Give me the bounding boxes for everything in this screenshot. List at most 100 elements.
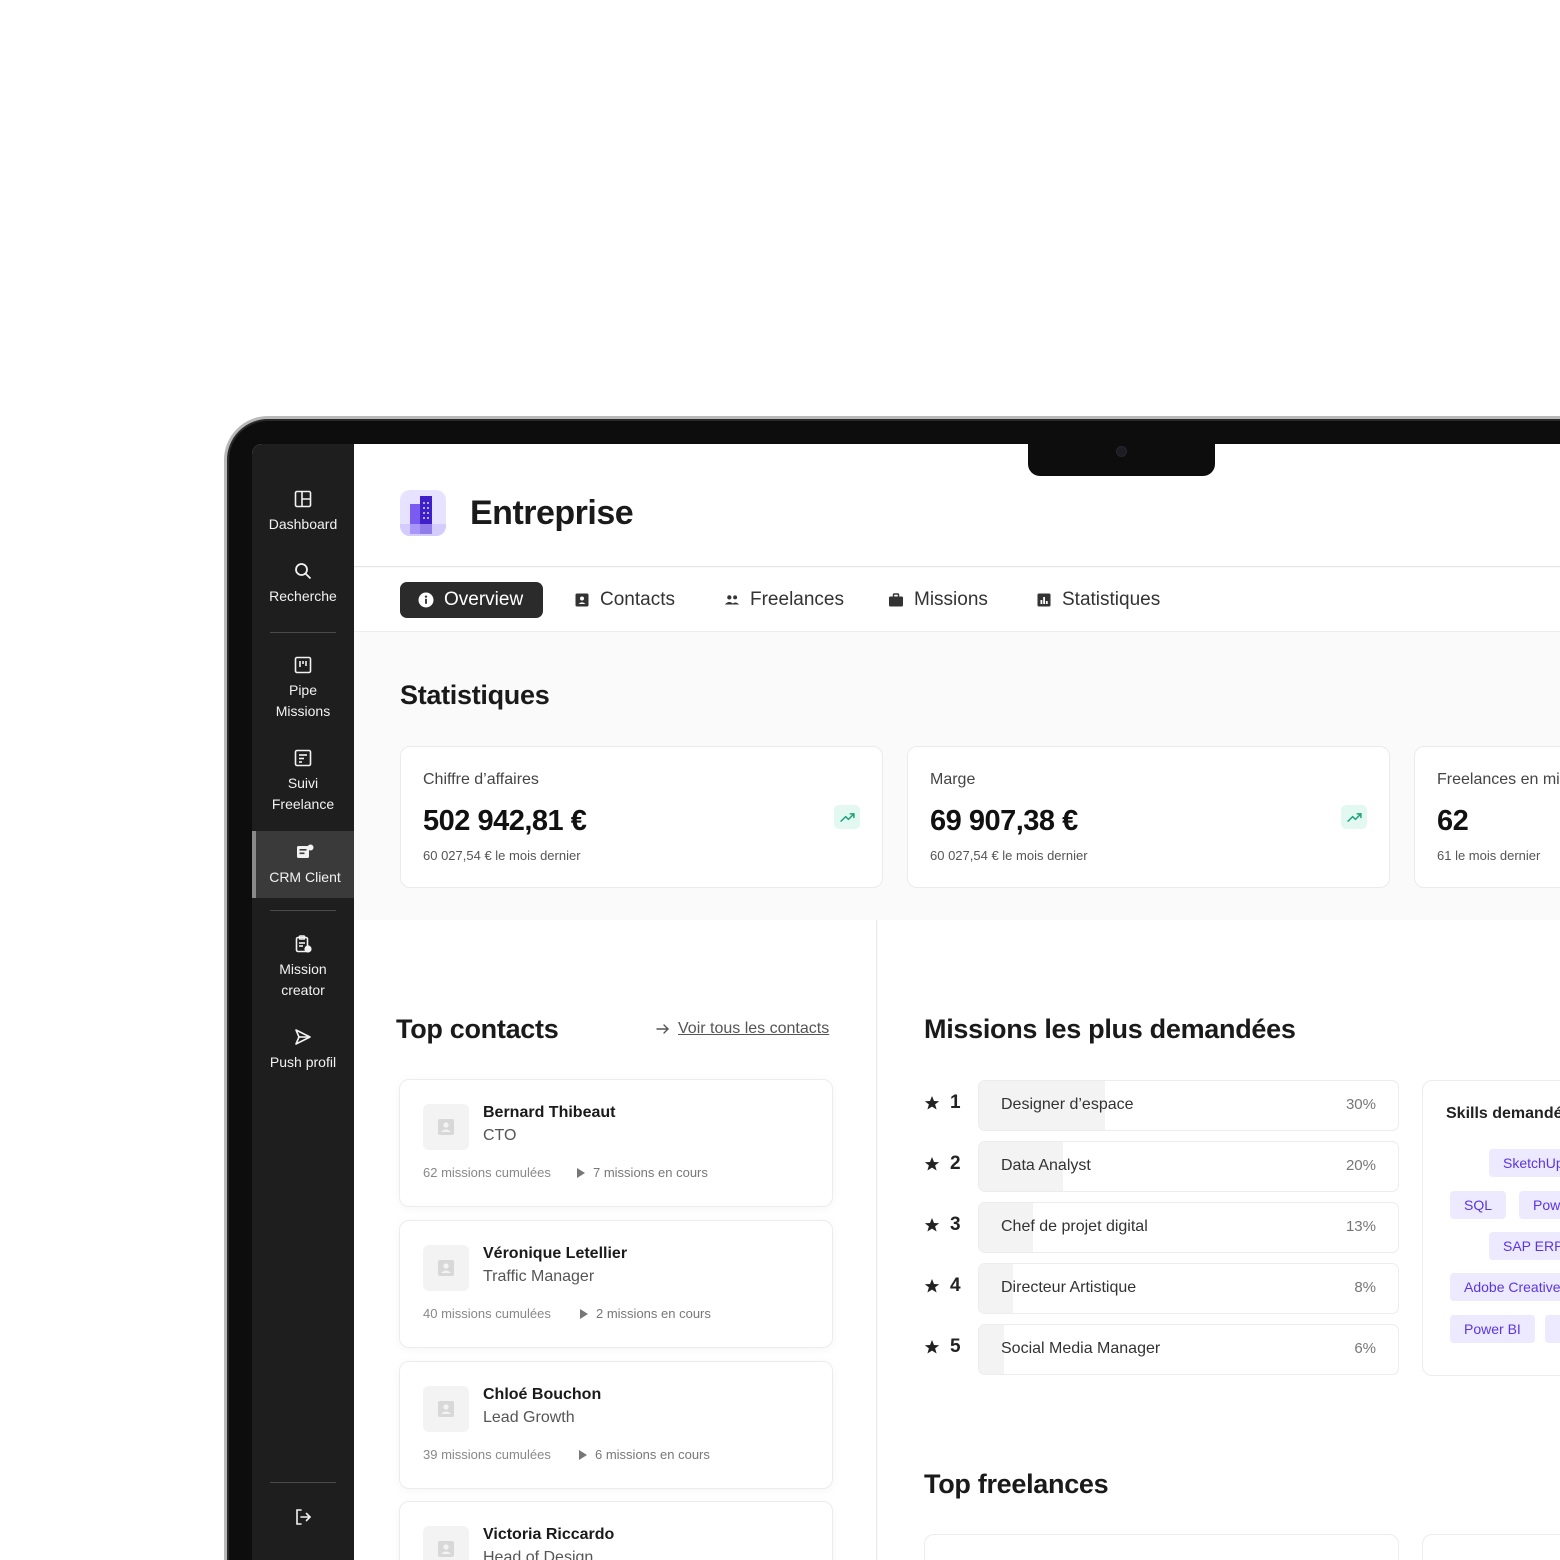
tab-contacts[interactable]: Contacts	[574, 582, 675, 618]
mission-percentage: 13%	[1345, 1218, 1376, 1235]
mission-percentage: 20%	[1345, 1157, 1376, 1174]
sidebar-item-pipe-missions[interactable]: Pipe Missions	[252, 654, 354, 722]
stat-card-freelances: Freelances en mis 62 61 le mois dernier	[1414, 746, 1560, 888]
mission-label: Designer d’espace	[1001, 1096, 1134, 1113]
tab-bar: Overview Contacts Freelances Missions St…	[354, 568, 1560, 632]
mission-bar[interactable]: Data Analyst 20%	[978, 1141, 1399, 1192]
sidebar-item-crm-client[interactable]: CRM Client	[252, 831, 354, 898]
contact-role: Lead Growth	[483, 1409, 575, 1426]
stat-value: 69 907,38 €	[930, 805, 1078, 837]
contact-current-missions: 2 missions en cours	[580, 1306, 711, 1321]
info-icon	[418, 592, 434, 608]
logout-button[interactable]	[252, 1506, 354, 1532]
sidebar-item-push-profil[interactable]: Push profil	[252, 1026, 354, 1073]
tab-freelances[interactable]: Freelances	[724, 582, 844, 618]
stat-label: Marge	[930, 771, 976, 788]
contact-current-label: 2 missions en cours	[596, 1306, 711, 1321]
contact-name: Victoria Riccardo	[483, 1526, 615, 1543]
contact-avatar-icon	[423, 1104, 469, 1150]
sidebar-item-label: Push profil	[269, 1054, 337, 1070]
skill-chip[interactable]: SAP ERP	[1489, 1232, 1560, 1260]
company-logo	[400, 490, 446, 536]
tab-label: Statistiques	[1062, 589, 1161, 610]
contact-name: Bernard Thibeaut	[483, 1104, 616, 1121]
kanban-icon	[292, 654, 314, 676]
sidebar-divider	[270, 910, 336, 911]
skill-chip[interactable]: Power BI	[1450, 1315, 1535, 1343]
skill-chip[interactable]: Adobe Creative	[1450, 1273, 1560, 1301]
camera-icon	[1116, 446, 1127, 457]
skill-chip[interactable]: Pow	[1519, 1191, 1560, 1219]
tab-label: Freelances	[750, 589, 844, 610]
contact-card[interactable]: Victoria Riccardo Head of Design	[399, 1501, 833, 1560]
mission-rank-number: 3	[950, 1214, 961, 1235]
skill-chip[interactable]: SQL	[1450, 1191, 1507, 1219]
trend-up-icon	[834, 805, 860, 829]
sidebar-item-label: Pipe Missions	[275, 682, 331, 719]
contact-card[interactable]: Chloé Bouchon Lead Growth 39 missions cu…	[399, 1361, 833, 1489]
contact-avatar-icon	[423, 1245, 469, 1291]
search-icon	[292, 560, 314, 582]
top-freelances-title: Top freelances	[924, 1469, 1109, 1499]
skill-chip[interactable]: SketchUp	[1489, 1149, 1560, 1177]
stat-previous: 60 027,54 € le mois dernier	[930, 848, 1088, 863]
stat-value: 502 942,81 €	[423, 805, 587, 837]
star-icon	[924, 1157, 940, 1171]
app-screen: Dashboard Recherche Pipe Missions Suivi …	[252, 444, 1560, 1560]
mission-rank: 1	[924, 1092, 961, 1114]
sidebar-item-dashboard[interactable]: Dashboard	[252, 488, 354, 535]
view-all-contacts-link[interactable]: Voir tous les contacts	[656, 1020, 829, 1038]
skill-chip-partial[interactable]	[1545, 1315, 1560, 1343]
tab-label: Overview	[444, 589, 524, 610]
mission-bar[interactable]: Chef de projet digital 13%	[978, 1202, 1399, 1253]
missions-section-title: Missions les plus demandées	[924, 1014, 1296, 1044]
mission-rank: 4	[924, 1275, 961, 1297]
contact-card[interactable]: Bernard Thibeaut CTO 62 missions cumulée…	[399, 1079, 833, 1207]
sidebar-item-label: Mission creator	[279, 961, 327, 998]
contact-role: CTO	[483, 1127, 517, 1144]
play-icon	[580, 1308, 588, 1319]
mission-rank-number: 5	[950, 1336, 961, 1357]
sidebar-item-suivi-freelance[interactable]: Suivi Freelance	[252, 747, 354, 815]
page-title: Entreprise	[470, 494, 634, 532]
tab-overview[interactable]: Overview	[400, 582, 544, 618]
mission-bar[interactable]: Designer d’espace 30%	[978, 1080, 1399, 1131]
tracking-icon	[292, 747, 314, 769]
stat-value: 62	[1437, 805, 1469, 837]
contact-avatar-icon	[423, 1386, 469, 1432]
tab-missions[interactable]: Missions	[888, 582, 988, 618]
mission-bar[interactable]: Directeur Artistique 8%	[978, 1263, 1399, 1314]
mission-rank: 5	[924, 1336, 961, 1358]
briefcase-icon	[889, 593, 903, 607]
contact-current-missions: 7 missions en cours	[577, 1165, 708, 1180]
mission-bar[interactable]: Social Media Manager 6%	[978, 1324, 1399, 1375]
freelance-card[interactable]	[1422, 1534, 1560, 1560]
stat-label: Freelances en mis	[1437, 771, 1560, 788]
stat-card-margin: Marge 69 907,38 € 60 027,54 € le mois de…	[907, 746, 1390, 888]
contact-card[interactable]: Véronique Letellier Traffic Manager 40 m…	[399, 1220, 833, 1348]
sidebar-item-label: Recherche	[269, 588, 337, 604]
tab-statistiques[interactable]: Statistiques	[1036, 582, 1160, 618]
contact-card-icon	[575, 593, 589, 607]
dashboard-icon	[292, 488, 314, 510]
contact-role: Traffic Manager	[483, 1268, 595, 1285]
mission-rank-number: 4	[950, 1275, 961, 1296]
contact-name: Chloé Bouchon	[483, 1386, 602, 1403]
stat-label: Chiffre d’affaires	[423, 771, 539, 788]
view-all-label: Voir tous les contacts	[678, 1020, 830, 1037]
freelance-card[interactable]	[924, 1534, 1399, 1560]
mission-percentage: 6%	[1354, 1340, 1376, 1357]
mission-label: Social Media Manager	[1001, 1340, 1161, 1357]
mission-rank: 2	[924, 1153, 961, 1175]
sidebar: Dashboard Recherche Pipe Missions Suivi …	[252, 444, 354, 1560]
people-icon	[724, 595, 740, 605]
contact-total-missions: 39 missions cumulées	[423, 1447, 551, 1462]
mission-percentage: 8%	[1354, 1279, 1376, 1296]
skills-card: Skills demandés SketchUp SQL Pow SAP ERP…	[1422, 1080, 1560, 1376]
play-icon	[579, 1449, 587, 1460]
camera-notch	[1028, 444, 1215, 476]
sidebar-item-mission-creator[interactable]: Mission creator	[252, 933, 354, 1001]
bar-chart-icon	[1037, 593, 1051, 607]
sidebar-item-recherche[interactable]: Recherche	[252, 560, 354, 607]
sidebar-divider	[270, 632, 336, 633]
